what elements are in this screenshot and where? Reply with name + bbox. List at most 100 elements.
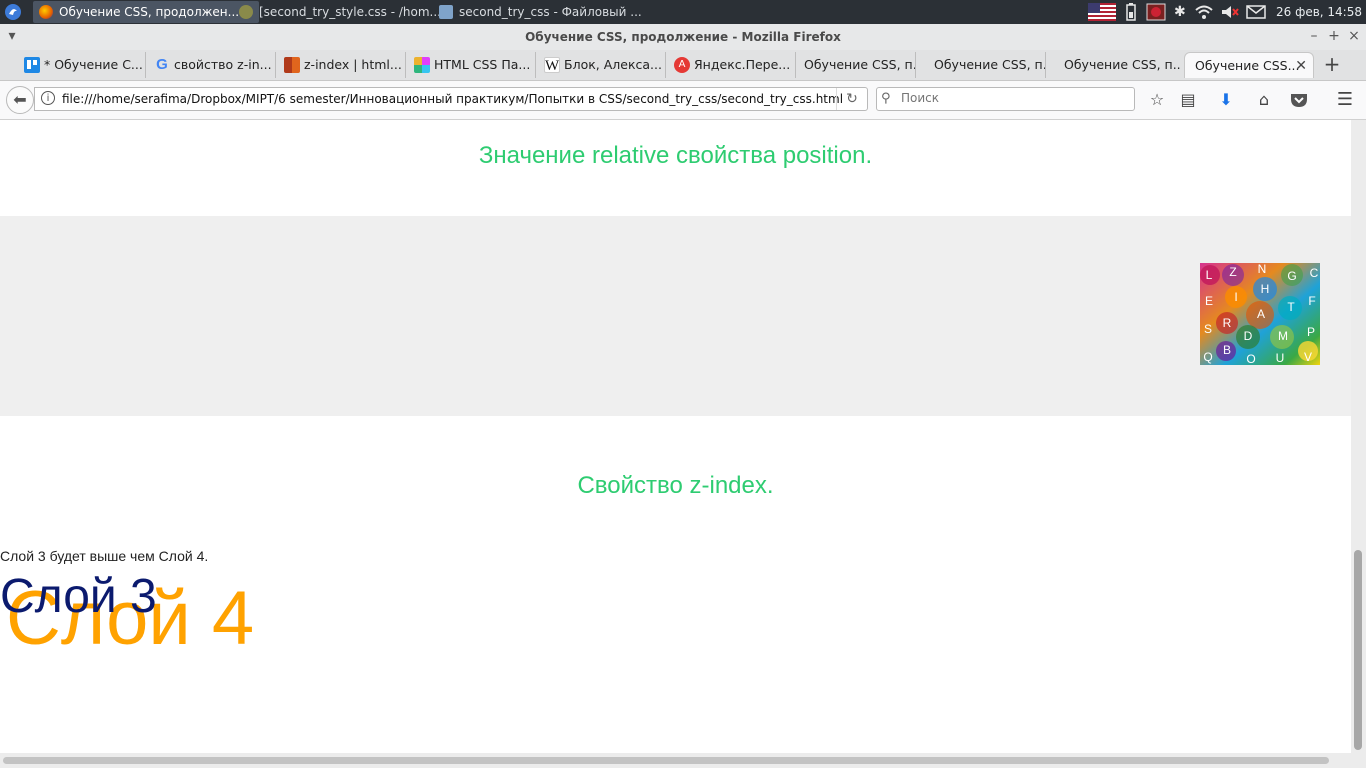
tab[interactable]: * Обучение С... (16, 52, 146, 78)
back-button[interactable]: ⬅ (6, 86, 34, 114)
mosaic-letter: N (1258, 263, 1267, 276)
bluetooth-icon[interactable]: ✱ (1174, 4, 1186, 20)
reading-list-icon[interactable]: ▤ (1176, 88, 1200, 112)
mosaic-letter: I (1234, 290, 1237, 304)
horizontal-scrollbar[interactable] (0, 753, 1351, 768)
pocket-icon[interactable] (1290, 92, 1308, 108)
url-bar[interactable]: i file:///home/serafima/Dropbox/MIPT/6 s… (34, 87, 868, 111)
tab-label: свойство z-in... (174, 57, 272, 72)
mosaic-letter: E (1205, 294, 1213, 308)
tab[interactable]: z-index | html... (276, 52, 406, 78)
slack-icon (414, 57, 430, 73)
vertical-scrollbar-thumb[interactable] (1354, 550, 1362, 750)
tab-label: Обучение CSS, п... (1064, 57, 1180, 72)
volume-muted-icon[interactable] (1220, 4, 1240, 20)
mosaic-letter: D (1244, 329, 1253, 343)
mosaic-letter: M (1278, 329, 1288, 343)
folder-icon (439, 5, 453, 19)
minimize-icon[interactable]: – (1306, 28, 1322, 44)
horizontal-scrollbar-thumb[interactable] (3, 757, 1329, 764)
tab-label: Обучение CSS... (1195, 58, 1300, 73)
taskbar-item-file-manager[interactable]: second_try_css - Файловый ... (433, 1, 664, 23)
tab-bar: * Обучение С... G свойство z-in... z-ind… (0, 50, 1366, 81)
tab[interactable]: W Блок, Алекса... (536, 52, 666, 78)
tab[interactable]: G свойство z-in... (146, 52, 276, 78)
heading-zindex: Свойство z-index. (577, 472, 774, 499)
tab[interactable]: Обучение CSS, п... (786, 52, 916, 78)
search-bar[interactable]: ⚲ (876, 87, 1135, 111)
window-titlebar: ▾ Обучение CSS, продолжение - Mozilla Fi… (0, 24, 1366, 50)
mosaic-letter: C (1310, 266, 1319, 280)
zindex-note: Слой 3 будет выше чем Слой 4. (0, 548, 209, 564)
maximize-icon[interactable]: + (1326, 28, 1342, 44)
trello-icon (24, 57, 40, 73)
search-input[interactable] (899, 90, 1123, 106)
layer-3-text: Слой 3 (0, 570, 157, 623)
system-taskbar: Обучение CSS, продолжен... [second_try_s… (0, 0, 1366, 24)
htmlbook-icon (284, 57, 300, 73)
mosaic-letter: B (1223, 343, 1231, 357)
heading-relative: Значение relative свойства position. (478, 142, 873, 169)
battery-icon[interactable] (1124, 3, 1138, 21)
google-icon: G (156, 56, 168, 73)
tray-app-icon[interactable] (1146, 3, 1166, 21)
mosaic-letter: H (1261, 282, 1270, 296)
info-icon[interactable]: i (41, 91, 55, 105)
text-editor-icon (239, 5, 253, 19)
mosaic-letter: A (1257, 307, 1265, 321)
mosaic-letter: P (1307, 325, 1315, 339)
tab-active[interactable]: Обучение CSS... ✕ (1184, 52, 1314, 78)
scrollbar-corner (1351, 753, 1366, 768)
url-text[interactable]: file:///home/serafima/Dropbox/MIPT/6 sem… (62, 88, 843, 110)
app-menu-icon[interactable] (4, 3, 22, 21)
search-icon: ⚲ (881, 91, 891, 106)
mosaic-letter: Z (1229, 265, 1236, 279)
wifi-icon[interactable] (1194, 4, 1214, 20)
menu-hamburger-icon[interactable]: ☰ (1333, 88, 1357, 112)
mosaic-letter: T (1287, 300, 1295, 314)
tab-label: Яндекс.Пере... (694, 57, 791, 72)
window-title: Обучение CSS, продолжение - Mozilla Fire… (525, 30, 841, 44)
tab-label: z-index | html... (304, 57, 402, 72)
tab[interactable]: Обучение CSS, п... (1046, 52, 1180, 78)
home-icon[interactable]: ⌂ (1252, 88, 1276, 112)
relative-demo-box (0, 216, 1351, 416)
downloads-icon[interactable]: ⬇ (1214, 88, 1238, 112)
page-content: Значение relative свойства position. L Z… (0, 120, 1351, 753)
taskbar-item-label: Обучение CSS, продолжен... (59, 5, 240, 19)
taskbar-item-editor[interactable]: [second_try_style.css - /hom... (233, 1, 459, 23)
tab[interactable]: A Яндекс.Пере... (666, 52, 796, 78)
navigation-toolbar: ⬅ i file:///home/serafima/Dropbox/MIPT/6… (0, 81, 1366, 120)
tab[interactable]: HTML CSS Па... (406, 52, 536, 78)
new-tab-button[interactable]: + (1321, 53, 1343, 75)
firefox-icon (39, 5, 53, 19)
tab[interactable]: Обучение CSS, п... (916, 52, 1046, 78)
vertical-scrollbar[interactable] (1351, 120, 1366, 753)
us-flag-icon[interactable] (1088, 3, 1116, 21)
taskbar-item-firefox[interactable]: Обучение CSS, продолжен... (33, 1, 259, 23)
tab-label: Блок, Алекса... (564, 57, 662, 72)
mosaic-letter: O (1246, 352, 1255, 365)
tab-label: Обучение CSS, п... (934, 57, 1046, 72)
back-arrow-icon: ⬅ (13, 90, 27, 109)
mosaic-letter: V (1304, 350, 1312, 364)
mail-icon[interactable] (1245, 5, 1266, 19)
mosaic-letter: G (1287, 269, 1296, 283)
mosaic-letter: S (1204, 322, 1212, 336)
close-window-icon[interactable]: × (1346, 28, 1362, 44)
taskbar-item-label: [second_try_style.css - /hom... (259, 5, 441, 19)
bookmark-star-icon[interactable]: ☆ (1145, 88, 1169, 112)
mosaic-letter: Q (1203, 350, 1212, 364)
wikipedia-icon: W (544, 57, 560, 74)
mosaic-letter: R (1223, 316, 1232, 330)
mosaic-letter: U (1276, 351, 1285, 365)
taskbar-item-label: second_try_css - Файловый ... (459, 5, 642, 19)
mosaic-letter: F (1308, 294, 1315, 308)
system-tray: ✱ (1088, 0, 1266, 24)
reload-icon[interactable]: ↻ (836, 88, 867, 110)
yandex-translate-icon: A (674, 57, 690, 73)
tab-label: Обучение CSS, п... (804, 57, 916, 72)
clock[interactable]: 26 фев, 14:58 (1276, 0, 1362, 24)
letters-mosaic-image: L Z N G C I H E T F R A S D M P B Q O U … (1200, 263, 1320, 365)
close-tab-icon[interactable]: ✕ (1295, 53, 1307, 78)
